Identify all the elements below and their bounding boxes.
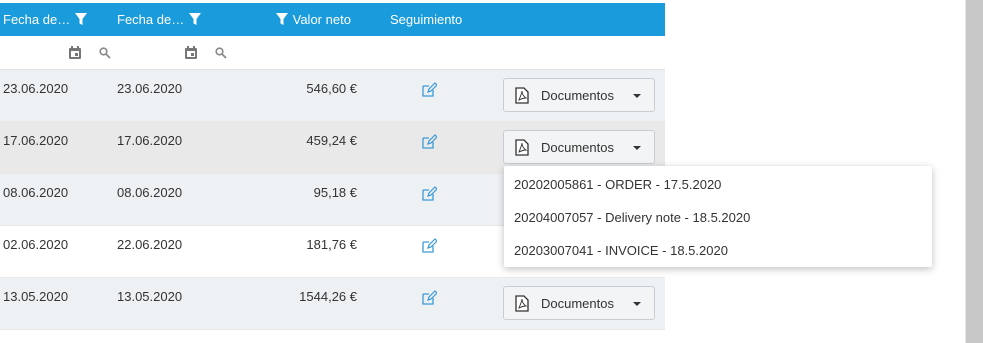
dropdown-item-invoice[interactable]: 20203007041 - INVOICE - 18.5.2020 xyxy=(514,243,728,258)
documents-button[interactable]: Documentos xyxy=(503,130,655,164)
net-value: 546,60 € xyxy=(306,81,357,96)
search-icon[interactable] xyxy=(215,47,227,59)
column-header-label: Fecha de… xyxy=(117,12,185,27)
caret-down-icon xyxy=(633,94,641,98)
edit-icon[interactable] xyxy=(421,238,437,254)
table-row[interactable]: 23.06.2020 23.06.2020 546,60 € Documento… xyxy=(0,70,665,122)
filter-icon[interactable] xyxy=(74,12,88,26)
table-header: Fecha de… Fecha de… Valor neto Seguimien… xyxy=(0,3,665,36)
delivery-date: 08.06.2020 xyxy=(117,185,183,200)
documents-label: Documentos xyxy=(541,296,614,311)
delivery-date: 17.06.2020 xyxy=(117,133,183,148)
column-header-label: Valor neto xyxy=(292,12,351,27)
documents-label: Documentos xyxy=(541,140,614,155)
order-date: 13.05.2020 xyxy=(3,289,69,304)
pdf-icon xyxy=(515,295,529,312)
pdf-icon xyxy=(515,139,529,156)
pdf-icon xyxy=(515,87,529,104)
order-date: 08.06.2020 xyxy=(3,185,69,200)
caret-down-icon xyxy=(633,302,641,306)
net-value: 1544,26 € xyxy=(299,289,357,304)
scrollbar[interactable] xyxy=(966,0,983,343)
dropdown-item-order[interactable]: 20202005861 - ORDER - 17.5.2020 xyxy=(514,177,721,192)
documents-dropdown-menu: 20202005861 - ORDER - 17.5.2020 20204007… xyxy=(504,166,932,267)
edit-icon[interactable] xyxy=(421,82,437,98)
edit-icon[interactable] xyxy=(421,290,437,306)
calendar-icon[interactable] xyxy=(184,46,198,60)
documents-label: Documentos xyxy=(541,88,614,103)
column-header-date1[interactable]: Fecha de… xyxy=(3,3,88,36)
dropdown-item-delivery-note[interactable]: 20204007057 - Delivery note - 18.5.2020 xyxy=(514,210,750,225)
delivery-date: 22.06.2020 xyxy=(117,237,183,252)
net-value: 95,18 € xyxy=(313,185,357,200)
column-header-label: Fecha de… xyxy=(3,12,71,27)
net-value: 459,24 € xyxy=(306,133,357,148)
table-row[interactable]: 13.05.2020 13.05.2020 1544,26 € Document… xyxy=(0,278,665,330)
documents-button[interactable]: Documentos xyxy=(503,78,655,112)
filter-icon[interactable] xyxy=(188,12,202,26)
order-date: 02.06.2020 xyxy=(3,237,69,252)
documents-button[interactable]: Documentos xyxy=(503,286,655,320)
column-header-date2[interactable]: Fecha de… xyxy=(117,3,202,36)
column-header-net-value[interactable]: Valor neto xyxy=(275,3,351,36)
order-date: 17.06.2020 xyxy=(3,133,69,148)
delivery-date: 13.05.2020 xyxy=(117,289,183,304)
edit-icon[interactable] xyxy=(421,134,437,150)
delivery-date: 23.06.2020 xyxy=(117,81,183,96)
filter-row xyxy=(0,36,665,70)
caret-down-icon xyxy=(633,146,641,150)
order-date: 23.06.2020 xyxy=(3,81,69,96)
net-value: 181,76 € xyxy=(306,237,357,252)
column-header-tracking: Seguimiento xyxy=(390,3,462,36)
edit-icon[interactable] xyxy=(421,186,437,202)
filter-icon[interactable] xyxy=(275,12,289,26)
search-icon[interactable] xyxy=(99,47,111,59)
column-header-label: Seguimiento xyxy=(390,12,463,27)
calendar-icon[interactable] xyxy=(68,46,82,60)
